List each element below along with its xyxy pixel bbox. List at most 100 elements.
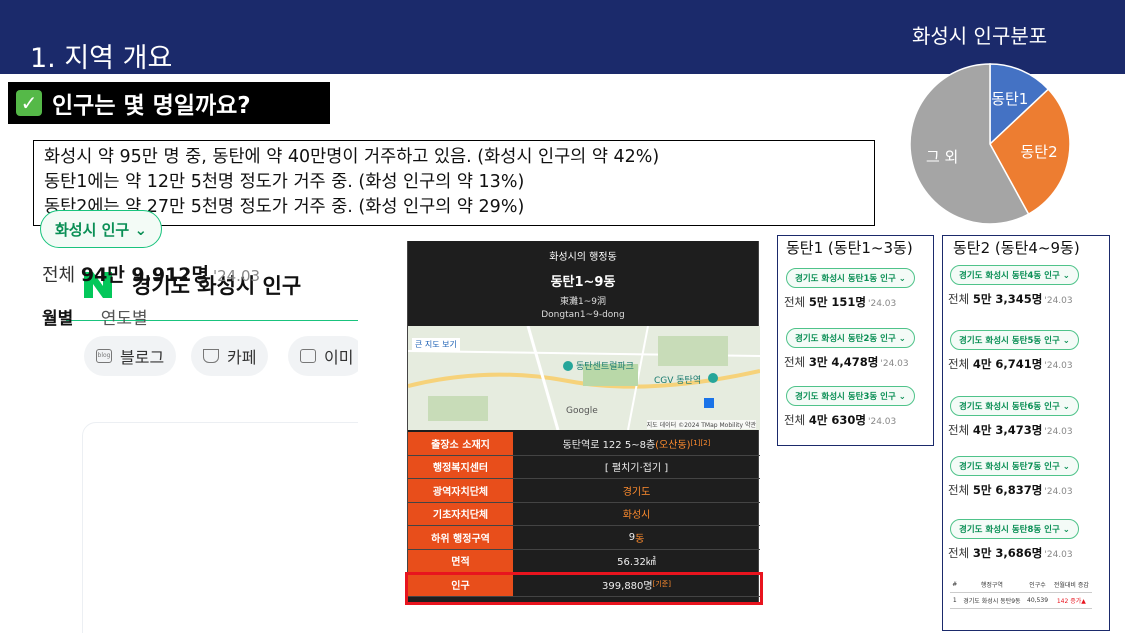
chip-cafe[interactable]: 카페 (191, 336, 269, 376)
total-date: '24.03 (868, 417, 897, 427)
total-prefix: 전체 (784, 355, 809, 369)
pie-chart-title: 화성시 인구분포 (912, 24, 1048, 48)
total-prefix: 전체 (784, 295, 809, 309)
total-date: '24.03 (880, 359, 909, 369)
infobox-row: 광역자치단체 경기도 (408, 479, 760, 503)
dong-total-population: 전체 3만 3,686명 '24.03 (948, 545, 1073, 561)
table-row: 1 경기도 화성시 동탄9동 40,539 142 증가▲ (950, 592, 1092, 609)
dongtan1-title: 동탄1 (동탄1~3동) (786, 239, 913, 257)
dong-select-pill[interactable]: 경기도 화성시 동탄2동 인구 ⌄ (786, 328, 915, 348)
footnote-ref[interactable]: [1][2] (691, 439, 711, 447)
map-link[interactable]: 큰 지도 보기 (412, 338, 460, 351)
chip-image[interactable]: 이미 (288, 336, 358, 376)
chip-blog-label: 블로그 (120, 348, 165, 367)
infobox-value: [ 펼치기·접기 ] (513, 456, 760, 479)
infobox-value: 경기도 (513, 479, 760, 502)
chip-blog[interactable]: blog 블로그 (84, 336, 177, 376)
dong-total-population: 전체 5만 3,345명 '24.03 (948, 291, 1073, 307)
total-population: 전체 94만 9,912명 '24.03 (42, 260, 260, 287)
total-date: '24.03 (1044, 361, 1073, 371)
total-value: 5만 6,837명 (972, 483, 1043, 497)
infobox-value-text: [ 펼치기·접기 ] (604, 463, 669, 475)
infobox-link[interactable]: 경기도 (623, 483, 651, 498)
summary-line-1: 화성시 약 95만 명 중, 동탄에 약 40만명이 거주하고 있음. (화성시… (44, 147, 660, 167)
table-header-row: # 행정구역 인구수 전월대비 증감 (950, 577, 1092, 593)
total-date: '24.03 (212, 267, 261, 285)
map-place-1: 동탄센트럴파크 (576, 362, 634, 372)
slide-title: 1. 지역 개요 (30, 43, 173, 74)
total-date: '24.03 (1044, 487, 1073, 497)
infobox-heading: 화성시의 행정동 (549, 252, 617, 263)
period-tabs: 월별 연도별 (42, 304, 148, 329)
table-header-cell: 전월대비 증감 (1050, 577, 1092, 593)
total-date: '24.03 (1044, 550, 1073, 560)
infobox-key: 하위 행정구역 (408, 526, 513, 549)
table-cell: 1 (950, 592, 960, 609)
naver-search-capture: 경기도 화성시 인구 blog 블로그 카페 이미 (66, 240, 358, 633)
dongtan9-table: # 행정구역 인구수 전월대비 증감 1 경기도 화성시 동탄9동 40,539… (950, 577, 1092, 609)
dong-total-population: 전체 5만 6,837명 '24.03 (948, 482, 1073, 498)
infobox-row: 면적 56.32㎢ (408, 549, 760, 573)
total-value: 94만 9,912명 (80, 264, 209, 286)
infobox-key: 광역자치단체 (408, 479, 513, 502)
infobox-value: 9동 (513, 526, 760, 549)
table-header-cell: 인구수 (1024, 577, 1051, 593)
dong-select-pill[interactable]: 경기도 화성시 동탄7동 인구 ⌄ (950, 456, 1079, 476)
table-cell: 142 증가▲ (1050, 592, 1092, 609)
total-value: 5만 151명 (808, 295, 866, 309)
chip-image-label: 이미 (324, 348, 354, 367)
dong-select-pill[interactable]: 경기도 화성시 동탄8동 인구 ⌄ (950, 519, 1079, 539)
summary-line-3: 동탄2에는 약 27만 5천명 정도가 거주 중. (화성 인구의 약 29%) (44, 197, 525, 217)
checkmark-icon: ✓ (16, 90, 42, 116)
question-text: 인구는 몇 명일까요? (52, 93, 251, 119)
dong-select-pill[interactable]: 경기도 화성시 동탄1동 인구 ⌄ (786, 268, 915, 288)
infobox-row: 하위 행정구역 9 동 (408, 526, 760, 550)
tab-yearly[interactable]: 연도별 (101, 309, 148, 329)
tab-monthly[interactable]: 월별 (42, 309, 73, 329)
infobox-key: 행정복지센터 (408, 455, 513, 478)
total-prefix: 전체 (784, 413, 809, 427)
infobox-value-text: 56.32㎢ (617, 557, 656, 569)
dong-select-pill[interactable]: 경기도 화성시 동탄3동 인구 ⌄ (786, 386, 915, 406)
region-select-pill[interactable]: 화성시 인구 ⌄ (40, 210, 163, 248)
infobox-name: 동탄1~9동 (550, 275, 616, 290)
infobox-value: 동탄역로 122 5~8층 (오산동) [1][2] (513, 432, 760, 455)
dong-select-pill[interactable]: 경기도 화성시 동탄4동 인구 ⌄ (950, 265, 1079, 285)
infobox-row: 기초자치단체 화성시 (408, 502, 760, 526)
infobox-value-text: 동탄역로 122 5~8층 (562, 439, 656, 451)
infobox-link[interactable]: 동 (635, 530, 644, 545)
population-highlight-box (405, 572, 763, 605)
total-prefix: 전체 (948, 483, 973, 497)
infobox-link[interactable]: 화성시 (623, 506, 651, 521)
infobox-roman: Dongtan1~9-dong (541, 310, 625, 320)
total-date: '24.03 (1044, 296, 1073, 306)
cafe-icon (203, 349, 219, 363)
infobox-link[interactable]: (오산동) (655, 436, 690, 451)
total-value: 3만 4,478명 (808, 355, 879, 369)
dong-total-population: 전체 4만 3,473명 '24.03 (948, 422, 1073, 438)
pie-slice-label: 동탄2 (1020, 143, 1058, 162)
total-prefix: 전체 (948, 292, 973, 306)
table-header-cell: # (950, 577, 960, 593)
embedded-map[interactable]: 큰 지도 보기 동탄센트럴파크 CGV 동탄역 Google 지도 데이터 ©2… (408, 326, 760, 430)
infobox-header: 화성시의 행정동 동탄1~9동 東灘1~9洞 Dongtan1~9-dong (408, 248, 758, 320)
google-logo: Google (566, 406, 598, 416)
dongtan2-title: 동탄2 (동탄4~9동) (953, 239, 1080, 257)
population-card (82, 422, 358, 633)
pie-slice-label: 그 외 (925, 147, 959, 166)
infobox-hanja: 東灘1~9洞 (560, 297, 606, 307)
pie-slice-label: 동탄1 (991, 89, 1029, 108)
infobox-row: 행정복지센터 [ 펼치기·접기 ] (408, 455, 760, 479)
total-prefix: 전체 (948, 423, 973, 437)
summary-line-2: 동탄1에는 약 12만 5천명 정도가 거주 중. (화성 인구의 약 13%) (44, 172, 525, 192)
dong-select-pill[interactable]: 경기도 화성시 동탄5동 인구 ⌄ (950, 330, 1079, 350)
dong-select-pill[interactable]: 경기도 화성시 동탄6동 인구 ⌄ (950, 396, 1079, 416)
blog-icon: blog (96, 349, 112, 363)
infobox-key: 기초자치단체 (408, 502, 513, 525)
image-icon (300, 349, 316, 363)
table-cell: 경기도 화성시 동탄9동 (959, 592, 1025, 609)
total-prefix: 전체 (948, 546, 973, 560)
total-value: 4만 6,741명 (972, 357, 1043, 371)
wiki-infobox: 화성시의 행정동 동탄1~9동 東灘1~9洞 Dongtan1~9-dong 큰… (407, 241, 760, 605)
infobox-key: 면적 (408, 549, 513, 572)
